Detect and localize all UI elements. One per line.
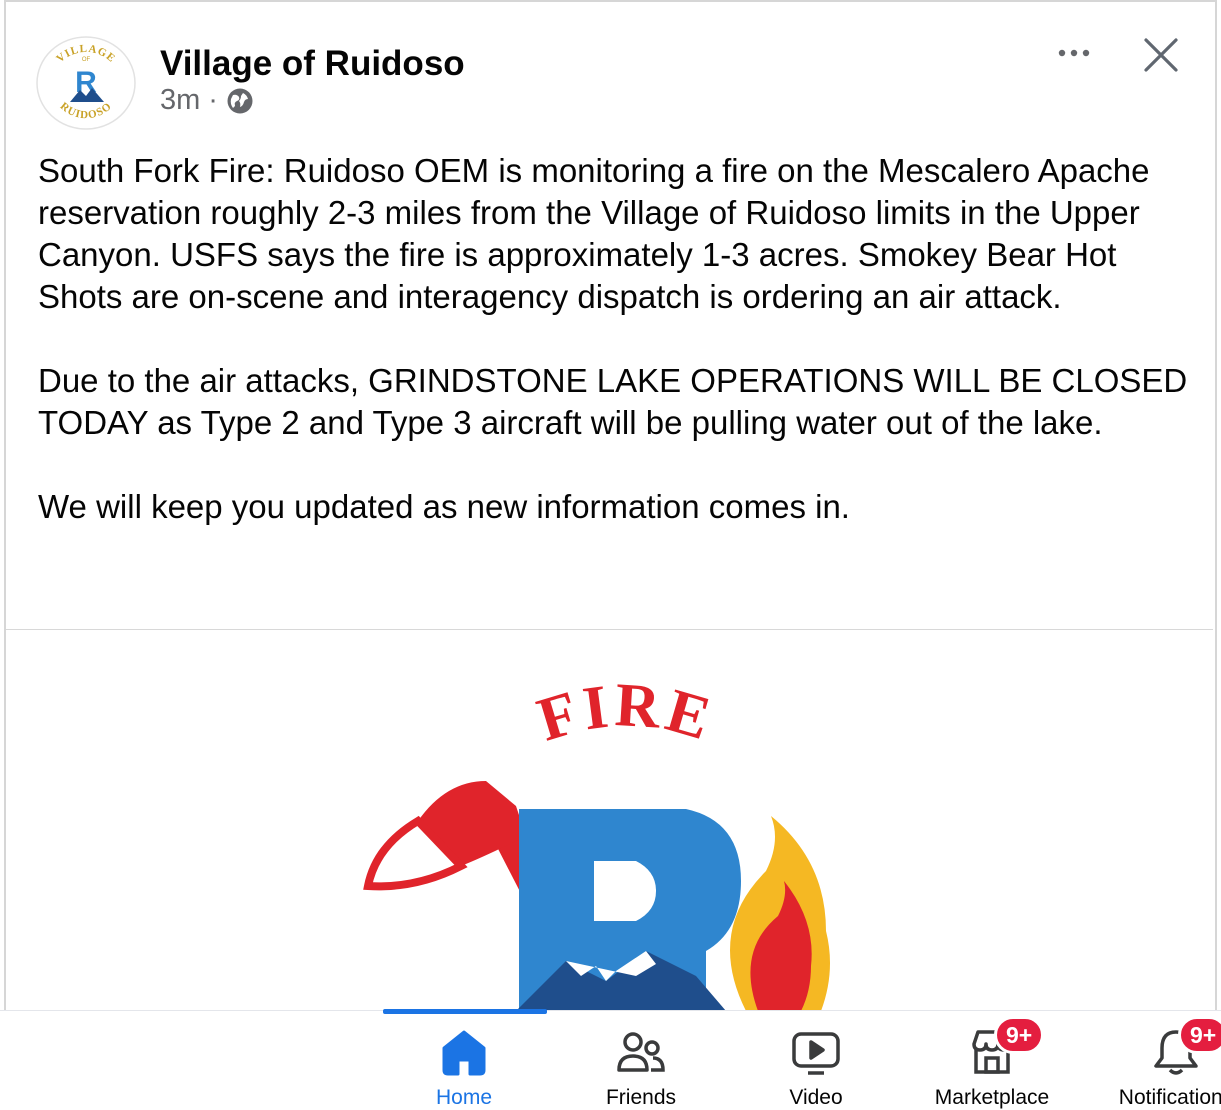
tab-label-friends: Friends xyxy=(605,1086,677,1109)
post-paragraph: Due to the air attacks, GRINDSTONE LAKE … xyxy=(38,362,1188,441)
post-timestamp[interactable]: 3m xyxy=(160,84,200,117)
post-paragraph: We will keep you updated as new informat… xyxy=(38,488,850,525)
close-icon xyxy=(1144,38,1178,72)
post-paragraph: South Fork Fire: Ruidoso OEM is monitori… xyxy=(38,152,1150,315)
page-name-link[interactable]: Village of Ruidoso xyxy=(160,44,465,84)
more-options-button[interactable] xyxy=(1054,38,1094,68)
tab-label-marketplace: Marketplace xyxy=(934,1086,1050,1109)
tab-home[interactable]: Home xyxy=(421,1014,507,1109)
avatar-text-of: OF xyxy=(82,57,91,63)
marketplace-icon: 9+ xyxy=(966,1016,1045,1078)
page-avatar[interactable]: VILLAGE OF R RUIDOSO xyxy=(36,36,136,130)
globe-icon xyxy=(227,88,253,113)
more-icon xyxy=(1058,49,1090,57)
post-image[interactable]: FIRE xyxy=(6,631,1213,1011)
post-body: South Fork Fire: Ruidoso OEM is monitori… xyxy=(38,150,1198,570)
video-icon xyxy=(790,1026,842,1078)
tab-label-notifications: Notifications xyxy=(1118,1086,1221,1109)
tab-label-home: Home xyxy=(435,1086,493,1109)
divider xyxy=(6,629,1213,630)
bell-icon: 9+ xyxy=(1150,1016,1221,1078)
notifications-badge: 9+ xyxy=(1178,1016,1221,1054)
post-meta: 3m · xyxy=(160,84,254,117)
tab-video[interactable]: Video xyxy=(780,1014,852,1109)
meta-separator: · xyxy=(208,84,218,116)
tab-label-video: Video xyxy=(789,1086,843,1109)
svg-text:FIRE: FIRE xyxy=(530,671,721,755)
friends-icon xyxy=(615,1026,667,1078)
tab-notifications[interactable]: 9+ Notifications xyxy=(1106,1014,1221,1109)
marketplace-badge: 9+ xyxy=(994,1016,1045,1054)
home-icon xyxy=(438,1026,490,1078)
close-button[interactable] xyxy=(1140,34,1182,76)
image-title: FIRE xyxy=(530,671,717,755)
tab-friends[interactable]: Friends xyxy=(597,1014,685,1109)
tab-marketplace[interactable]: 9+ Marketplace xyxy=(930,1014,1054,1109)
